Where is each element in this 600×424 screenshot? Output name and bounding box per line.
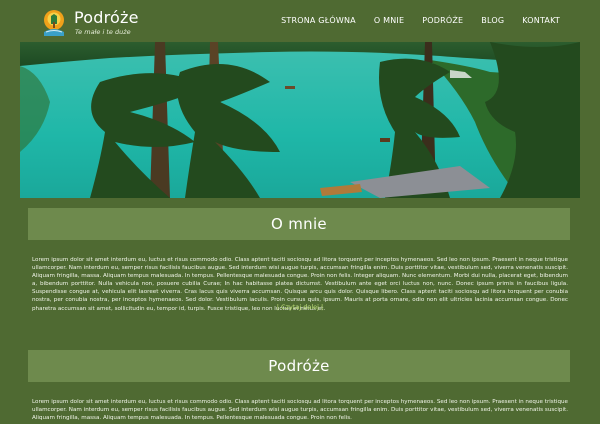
nav-blog[interactable]: BLOG <box>481 16 504 25</box>
nav-contact[interactable]: KONTAKT <box>522 16 560 25</box>
site-header: Podróże Te małe i te duże STRONA GŁÓWNA … <box>0 0 600 42</box>
site-tagline: Te małe i te duże <box>75 28 131 36</box>
section-heading-travels: Podróże <box>28 350 570 382</box>
section-heading-about: O mnie <box>28 208 570 240</box>
main-nav: STRONA GŁÓWNA O MNIE PODRÓŻE BLOG KONTAK… <box>281 16 560 25</box>
section-text-travels: Lorem ipsum dolor sit amet interdum eu, … <box>32 399 568 422</box>
nav-home[interactable]: STRONA GŁÓWNA <box>281 16 356 25</box>
read-more-link[interactable]: | Czytaj dalej | <box>0 303 600 311</box>
section-title-about: O mnie <box>271 215 327 233</box>
section-title-travels: Podróże <box>268 357 330 375</box>
site-title[interactable]: Podróże <box>74 8 139 27</box>
nav-travels[interactable]: PODRÓŻE <box>422 16 463 25</box>
logo-icon[interactable] <box>40 8 68 38</box>
nav-about[interactable]: O MNIE <box>374 16 404 25</box>
hero-image <box>20 42 580 198</box>
